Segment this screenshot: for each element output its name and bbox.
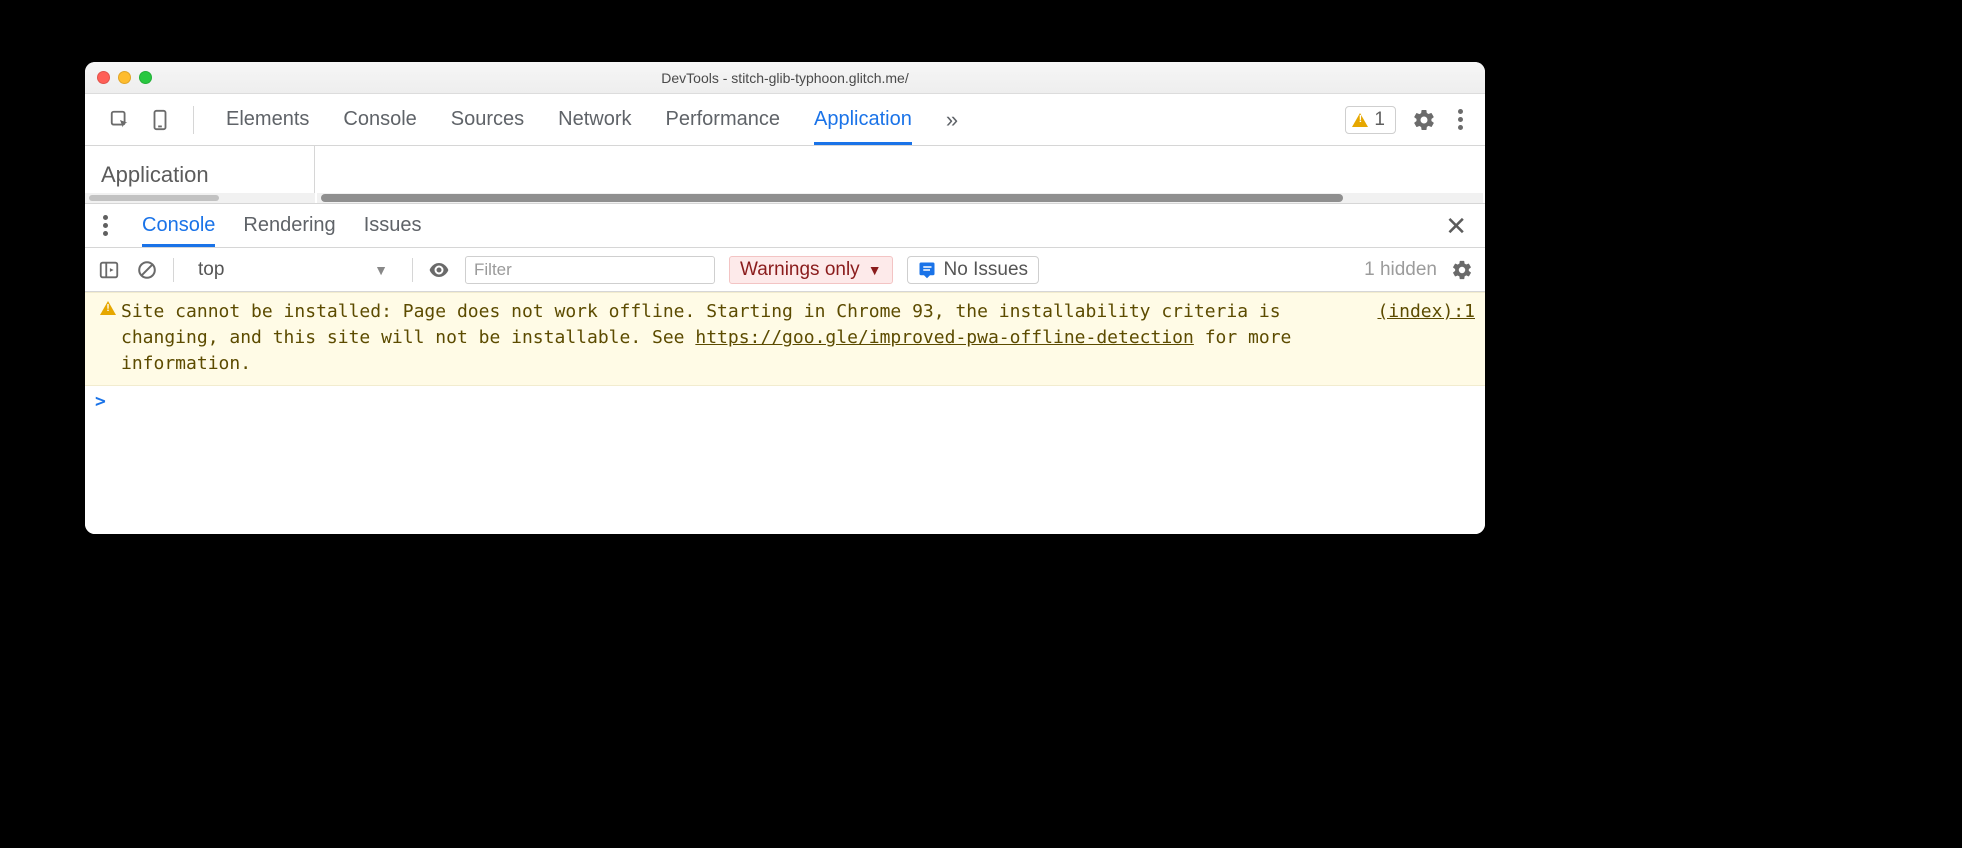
dropdown-arrow-icon: ▼ [868, 262, 882, 278]
console-message-link[interactable]: https://goo.gle/improved-pwa-offline-det… [695, 327, 1194, 348]
console-message-list: Site cannot be installed: Page does not … [85, 292, 1485, 534]
drawer-tab-console[interactable]: Console [142, 204, 215, 247]
tab-performance[interactable]: Performance [666, 94, 781, 145]
minimize-window-button[interactable] [118, 71, 131, 84]
drawer-close-button[interactable]: ✕ [1439, 213, 1473, 239]
device-toolbar-icon[interactable] [149, 109, 171, 131]
tab-sources[interactable]: Sources [451, 94, 524, 145]
execution-context-label: top [198, 259, 224, 281]
prompt-chevron-icon: > [95, 391, 106, 412]
console-input[interactable] [114, 390, 1475, 413]
inspect-element-icon[interactable] [109, 109, 131, 131]
panel-horizontal-scrollbar[interactable] [317, 193, 1483, 203]
console-sidebar-toggle-icon[interactable] [97, 258, 121, 282]
log-level-label: Warnings only [740, 259, 860, 281]
drawer-menu-kebab-icon[interactable] [97, 211, 114, 240]
tab-elements[interactable]: Elements [226, 94, 309, 145]
more-tabs-button[interactable]: » [946, 94, 958, 145]
window-titlebar: DevTools - stitch-glib-typhoon.glitch.me… [85, 62, 1485, 94]
tab-network[interactable]: Network [558, 94, 631, 145]
window-traffic-lights [85, 71, 152, 84]
application-sidebar-heading: Application [101, 162, 298, 188]
console-settings-gear-icon[interactable] [1451, 259, 1473, 281]
sidebar-horizontal-scrollbar[interactable] [85, 193, 315, 203]
close-window-button[interactable] [97, 71, 110, 84]
console-warning-message[interactable]: Site cannot be installed: Page does not … [85, 292, 1485, 386]
zoom-window-button[interactable] [139, 71, 152, 84]
main-tabstrip: Elements Console Sources Network Perform… [85, 94, 1485, 146]
main-menu-kebab-icon[interactable] [1452, 103, 1469, 136]
warning-icon [1352, 113, 1368, 127]
open-issues-label: No Issues [944, 259, 1028, 281]
application-panel-peek: Application [85, 146, 1485, 204]
drawer-tab-issues[interactable]: Issues [364, 204, 422, 247]
settings-gear-icon[interactable] [1412, 108, 1436, 132]
main-tabs: Elements Console Sources Network Perform… [208, 94, 976, 145]
tab-console[interactable]: Console [343, 94, 416, 145]
clear-console-icon[interactable] [135, 258, 159, 282]
issues-count: 1 [1374, 109, 1385, 131]
live-expression-icon[interactable] [427, 258, 451, 282]
hidden-messages-count[interactable]: 1 hidden [1364, 259, 1437, 281]
console-message-source-link[interactable]: (index):1 [1363, 299, 1475, 325]
drawer-tab-rendering[interactable]: Rendering [243, 204, 335, 247]
chat-icon [918, 261, 936, 279]
console-toolbar: top ▼ Warnings only ▼ No Issues 1 hidden [85, 248, 1485, 292]
devtools-window: DevTools - stitch-glib-typhoon.glitch.me… [85, 62, 1485, 534]
tab-application[interactable]: Application [814, 94, 912, 145]
dropdown-arrow-icon: ▼ [374, 262, 388, 278]
console-message-text: Site cannot be installed: Page does not … [121, 299, 1363, 377]
warning-icon [95, 299, 121, 315]
log-level-selector[interactable]: Warnings only ▼ [729, 256, 893, 284]
open-issues-button[interactable]: No Issues [907, 256, 1039, 284]
console-filter-input[interactable] [465, 256, 715, 284]
window-title: DevTools - stitch-glib-typhoon.glitch.me… [85, 70, 1485, 86]
drawer-tabstrip: Console Rendering Issues ✕ [85, 204, 1485, 248]
console-prompt[interactable]: > [85, 386, 1485, 421]
issues-badge[interactable]: 1 [1345, 106, 1396, 134]
execution-context-selector[interactable]: top ▼ [188, 257, 398, 283]
